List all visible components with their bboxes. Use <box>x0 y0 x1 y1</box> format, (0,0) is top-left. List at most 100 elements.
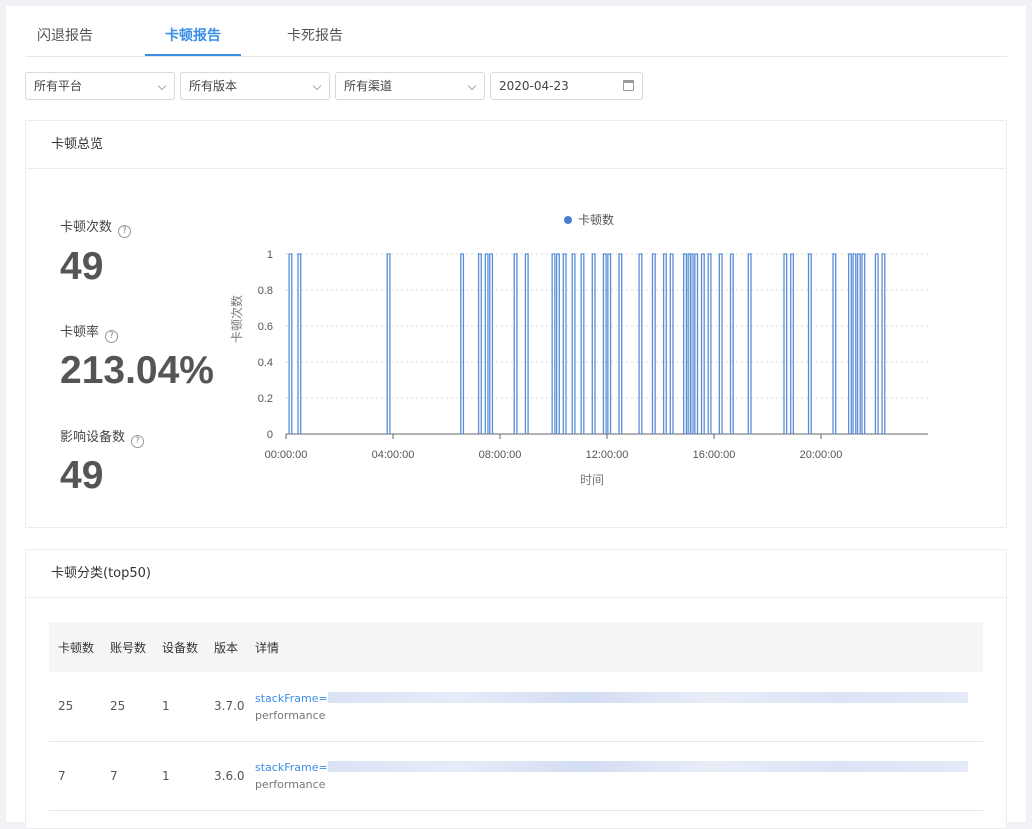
affected-devices-label: 影响设备数? <box>60 426 145 448</box>
series-spike <box>460 253 465 434</box>
series-spike <box>580 253 585 434</box>
platform-select[interactable]: 所有平台 <box>25 72 175 100</box>
category-title: 卡顿分类(top50) <box>26 550 1006 598</box>
x-tick-label: 20:00:00 <box>800 449 843 461</box>
page: 闪退报告 卡顿报告 卡死报告 所有平台 所有版本 所有渠道 2020-04-23… <box>6 6 1026 829</box>
report-tabs: 闪退报告 卡顿报告 卡死报告 <box>26 20 1007 57</box>
channel-select[interactable]: 所有渠道 <box>335 72 485 100</box>
tab-freeze-report[interactable]: 卡死报告 <box>276 25 354 56</box>
x-tick-label: 16:00:00 <box>693 449 736 461</box>
column-header[interactable]: 设备数 <box>153 622 205 672</box>
series-spike <box>591 253 596 434</box>
series-spike <box>747 253 752 434</box>
series-spike <box>662 253 667 434</box>
category-card: 卡顿分类(top50) 卡顿数 账号数 设备数 版本 详情 25 25 1 3.… <box>25 549 1007 829</box>
series-spike <box>852 253 857 434</box>
detail-link[interactable]: stackFrame= <box>255 761 328 774</box>
series-spike <box>700 253 705 434</box>
series-spike <box>288 253 293 434</box>
overview-card: 卡顿总览 卡顿次数? 49 卡顿率? 213.04% 影响设备数? 49 卡顿数… <box>25 120 1007 528</box>
series-spike <box>874 253 879 434</box>
series-spike <box>489 253 494 434</box>
series-spike <box>571 253 576 434</box>
overview-title: 卡顿总览 <box>26 121 1006 169</box>
series-spike <box>718 253 723 434</box>
series-spike <box>602 253 607 434</box>
cell-accounts: 25 <box>101 672 153 742</box>
series-spike <box>513 253 518 434</box>
chevron-down-icon <box>312 81 322 91</box>
affected-devices-value: 49 <box>60 454 104 497</box>
cell-detail: stackFrame= performance <box>246 741 983 811</box>
channel-select-value: 所有渠道 <box>344 79 393 93</box>
series-spike <box>484 253 489 434</box>
series-spike <box>790 253 795 434</box>
series-spike <box>651 253 656 434</box>
cell-accounts: 7 <box>101 741 153 811</box>
chevron-down-icon <box>157 81 167 91</box>
help-icon[interactable]: ? <box>105 330 119 343</box>
chevron-down-icon <box>467 81 477 91</box>
series-spike <box>551 253 556 434</box>
detail-link[interactable]: stackFrame= <box>255 692 328 705</box>
series-spike <box>707 253 712 434</box>
series-spike <box>669 253 674 434</box>
lag-rate-value: 213.04% <box>60 349 214 392</box>
tab-lag-report[interactable]: 卡顿报告 <box>145 25 241 56</box>
version-select[interactable]: 所有版本 <box>180 72 330 100</box>
series-spike <box>807 253 812 434</box>
detail-sub: performance <box>255 778 326 791</box>
series-spike <box>689 253 694 434</box>
category-table: 卡顿数 账号数 设备数 版本 详情 25 25 1 3.7.0 stackFra… <box>49 622 983 811</box>
redacted-text <box>327 691 968 703</box>
series-spike <box>729 253 734 434</box>
x-tick-label: 00:00:00 <box>265 449 308 461</box>
series-spike <box>297 253 302 434</box>
calendar-icon <box>623 80 634 91</box>
series-spike <box>683 253 688 434</box>
cell-version: 3.7.0 <box>205 672 246 742</box>
cell-devices: 1 <box>153 672 205 742</box>
column-header[interactable]: 版本 <box>205 622 246 672</box>
x-tick-label: 04:00:00 <box>372 449 415 461</box>
series-spike <box>638 253 643 434</box>
cell-count: 7 <box>49 741 101 811</box>
version-select-value: 所有版本 <box>189 79 238 93</box>
lag-rate-label: 卡顿率? <box>60 321 119 343</box>
help-icon[interactable]: ? <box>131 435 145 448</box>
series-spike <box>783 253 788 434</box>
y-tick-label: 0.4 <box>258 357 273 369</box>
series-spike <box>694 253 699 434</box>
table-row[interactable]: 7 7 1 3.6.0 stackFrame= performance <box>49 741 983 811</box>
tab-crash-report[interactable]: 闪退报告 <box>26 25 104 56</box>
cell-detail: stackFrame= performance <box>246 672 983 742</box>
date-picker-value: 2020-04-23 <box>499 79 569 93</box>
x-tick-label: 08:00:00 <box>479 449 522 461</box>
series-spike <box>524 253 529 434</box>
detail-sub: performance <box>255 708 326 722</box>
series-spike <box>607 253 612 434</box>
help-icon[interactable]: ? <box>118 225 132 238</box>
series-spike <box>562 253 567 434</box>
series-spike <box>832 253 837 434</box>
y-tick-label: 0.8 <box>258 285 273 297</box>
table-row[interactable]: 25 25 1 3.7.0 stackFrame= performance <box>49 672 983 742</box>
lag-chart: 0 0.2 0.4 0.6 0.8 1 00:00:00 04:00:00 08:00:00 12… <box>229 249 928 487</box>
y-tick-label: 0.6 <box>258 321 273 333</box>
redacted-text <box>327 761 968 772</box>
column-header[interactable]: 账号数 <box>101 622 153 672</box>
platform-select-value: 所有平台 <box>34 79 83 93</box>
column-header[interactable]: 卡顿数 <box>49 622 101 672</box>
x-axis-title: 时间 <box>580 473 604 487</box>
y-axis-title: 卡顿次数 <box>229 295 244 343</box>
date-picker[interactable]: 2020-04-23 <box>490 72 643 100</box>
series-spike <box>477 253 482 434</box>
series-spike <box>881 253 886 434</box>
lag-count-label: 卡顿次数? <box>60 216 132 238</box>
y-tick-label: 0 <box>267 429 273 441</box>
cell-count: 25 <box>49 672 101 742</box>
series-spike <box>861 253 866 434</box>
series-spike <box>386 253 391 434</box>
cell-version: 3.6.0 <box>205 741 246 811</box>
series-spike <box>555 253 560 434</box>
